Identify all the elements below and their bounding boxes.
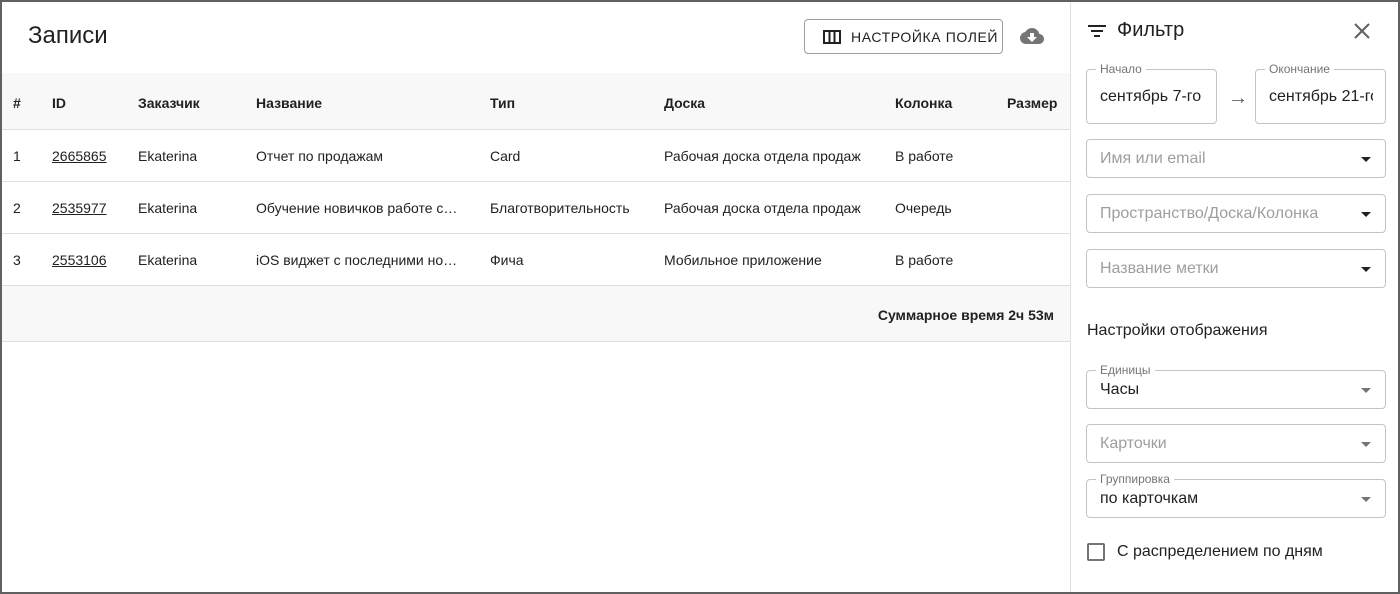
column-header-type[interactable]: Тип xyxy=(490,95,515,111)
row-column: В работе xyxy=(895,148,954,164)
row-board: Мобильное приложение xyxy=(664,252,822,268)
end-date-value: сентябрь 21-го xyxy=(1269,88,1373,105)
row-name: Отчет по продажам xyxy=(256,148,384,164)
row-board: Рабочая доска отдела продаж xyxy=(664,200,861,216)
end-date-label: Окончание xyxy=(1265,62,1334,76)
row-name: iOS виджет с последними новостями xyxy=(256,252,461,268)
start-date-label: Начало xyxy=(1096,62,1146,76)
table-footer: Суммарное время 2ч 53м xyxy=(2,286,1070,342)
cards-select-placeholder: Карточки xyxy=(1100,435,1167,452)
column-header-size[interactable]: Размер xyxy=(1007,95,1057,111)
chevron-down-icon xyxy=(1361,212,1371,217)
close-icon[interactable] xyxy=(1351,20,1373,42)
field-settings-button[interactable]: НАСТРОЙКА ПОЛЕЙ xyxy=(804,19,1003,54)
grouping-label: Группировка xyxy=(1096,472,1174,486)
start-date-field[interactable]: Начало сентябрь 7-го xyxy=(1086,62,1217,124)
chevron-down-icon xyxy=(1361,497,1371,502)
row-name: Обучение новичков работе с Kaiten xyxy=(256,200,461,216)
table-row[interactable]: 2 2535977 Ekaterina Обучение новичков ра… xyxy=(2,182,1070,234)
table-row[interactable]: 3 2553106 Ekaterina iOS виджет с последн… xyxy=(2,234,1070,286)
chevron-down-icon xyxy=(1361,267,1371,272)
row-customer: Ekaterina xyxy=(138,148,198,164)
grouping-select[interactable]: Группировка по карточкам xyxy=(1086,472,1386,518)
column-header-board[interactable]: Доска xyxy=(664,95,705,111)
total-time: Суммарное время 2ч 53м xyxy=(877,307,1054,323)
column-header-number[interactable]: # xyxy=(13,95,21,111)
units-select[interactable]: Единицы Часы xyxy=(1086,363,1386,409)
field-settings-label: НАСТРОЙКА ПОЛЕЙ xyxy=(851,28,999,45)
space-select-placeholder: Пространство/Доска/Колонка xyxy=(1100,205,1319,222)
row-column: Очередь xyxy=(895,200,952,216)
units-value: Часы xyxy=(1100,381,1140,398)
row-type: Благотворительность xyxy=(490,200,630,216)
row-number: 2 xyxy=(13,200,21,216)
row-board: Рабочая доска отдела продаж xyxy=(664,148,861,164)
page-title: Записи xyxy=(28,22,108,49)
filter-panel: Фильтр Начало сентябрь 7-го → Окончание … xyxy=(1070,2,1398,592)
tag-select[interactable]: Название метки xyxy=(1086,249,1386,288)
row-number: 3 xyxy=(13,252,21,268)
records-view: Записи НАСТРОЙКА ПОЛЕЙ # ID Заказчик Наз… xyxy=(2,2,1070,592)
row-customer: Ekaterina xyxy=(138,252,198,268)
chevron-down-icon xyxy=(1361,157,1371,162)
user-select[interactable]: Имя или email xyxy=(1086,139,1386,178)
by-days-checkbox[interactable] xyxy=(1087,543,1105,561)
table-row[interactable]: 1 2665865 Ekaterina Отчет по продажам Ca… xyxy=(2,130,1070,182)
column-header-column[interactable]: Колонка xyxy=(895,95,952,111)
display-settings-title: Настройки отображения xyxy=(1087,322,1268,339)
row-column: В работе xyxy=(895,252,954,268)
row-type: Фича xyxy=(490,252,524,268)
column-header-customer[interactable]: Заказчик xyxy=(138,95,200,111)
end-date-field[interactable]: Окончание сентябрь 21-го xyxy=(1255,62,1386,124)
by-days-checkbox-row[interactable]: С распределением по дням xyxy=(1087,543,1323,561)
filter-header: Фильтр xyxy=(1087,19,1184,42)
date-range-arrow: → xyxy=(1228,87,1248,109)
filter-list-icon xyxy=(1088,24,1106,37)
grouping-value: по карточкам xyxy=(1100,490,1199,507)
row-customer: Ekaterina xyxy=(138,200,198,216)
column-header-id[interactable]: ID xyxy=(52,95,66,111)
units-label: Единицы xyxy=(1096,363,1155,377)
filter-title: Фильтр xyxy=(1117,19,1185,41)
cloud-download-icon[interactable] xyxy=(1020,24,1044,48)
cards-select[interactable]: Карточки xyxy=(1086,424,1386,463)
user-select-placeholder: Имя или email xyxy=(1100,150,1206,167)
chevron-down-icon xyxy=(1361,388,1371,393)
by-days-label: С распределением по дням xyxy=(1117,543,1323,560)
row-type: Card xyxy=(490,148,521,164)
space-board-column-select[interactable]: Пространство/Доска/Колонка xyxy=(1086,194,1386,233)
columns-icon xyxy=(823,29,841,44)
record-id-link[interactable]: 2665865 xyxy=(52,148,107,164)
chevron-down-icon xyxy=(1361,442,1371,447)
tag-select-placeholder: Название метки xyxy=(1100,260,1219,277)
records-table: # ID Заказчик Название Тип Доска Колонка… xyxy=(2,73,1070,342)
record-id-link[interactable]: 2535977 xyxy=(52,200,107,216)
start-date-value: сентябрь 7-го xyxy=(1100,88,1202,105)
column-header-name[interactable]: Название xyxy=(256,95,322,111)
record-id-link[interactable]: 2553106 xyxy=(52,252,107,268)
table-header: # ID Заказчик Название Тип Доска Колонка… xyxy=(2,73,1070,130)
row-number: 1 xyxy=(13,148,21,164)
